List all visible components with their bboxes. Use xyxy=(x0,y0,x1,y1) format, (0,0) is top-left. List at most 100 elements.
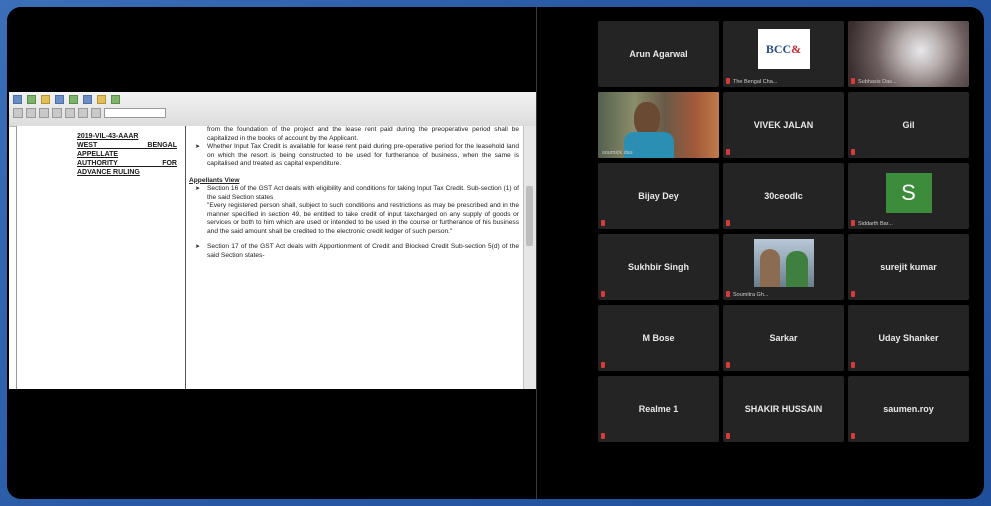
mic-muted-icon xyxy=(601,291,605,297)
toolbar-button[interactable] xyxy=(91,108,101,118)
participant-tile[interactable]: Sarkar xyxy=(723,305,844,371)
logo-text: BCC xyxy=(765,41,792,56)
participant-name: Gil xyxy=(902,120,915,130)
participant-name: Sarkar xyxy=(769,333,798,343)
participant-logo: BCC & xyxy=(757,29,810,69)
participant-tile[interactable]: SHAKIR HUSSAIN xyxy=(723,376,844,442)
toolbar-button[interactable] xyxy=(39,108,49,118)
document-body: from the foundation of the project and t… xyxy=(189,126,519,260)
case-ref-line: 2019-VIL-43-AAAR xyxy=(77,133,139,140)
participant-name: Siddarth Bar... xyxy=(858,221,893,227)
participant-video xyxy=(598,92,719,158)
toolbar-button[interactable] xyxy=(52,108,62,118)
mic-muted-icon xyxy=(726,433,730,439)
section-heading: Appellants View xyxy=(189,176,240,184)
participant-tile[interactable]: Realme 1 xyxy=(598,376,719,442)
participant-tile[interactable]: Uday Shanker xyxy=(848,305,969,371)
case-ref-line: ADVANCE RULING xyxy=(77,169,140,176)
participant-video xyxy=(848,21,969,87)
mic-muted-icon xyxy=(601,220,605,226)
participant-name: VIVEK JALAN xyxy=(753,120,814,130)
toolbar-icon xyxy=(83,95,92,104)
participant-tile-active-speaker[interactable]: soumick das xyxy=(598,92,719,158)
participant-name: Sukhbir Singh xyxy=(627,262,689,272)
toolbar-item[interactable] xyxy=(69,95,78,104)
toolbar-icon xyxy=(41,95,50,104)
participant-tile[interactable]: Arun Agarwal xyxy=(598,21,719,87)
participant-tile[interactable]: 30ceodlc xyxy=(723,163,844,229)
meeting-window: 2019-VIL-43-AAAR WEST BENGAL APPELLATE A… xyxy=(7,7,984,499)
mic-muted-icon xyxy=(851,78,855,84)
participant-tile[interactable]: BCC & The Bengal Cha... xyxy=(723,21,844,87)
participant-name: Uday Shanker xyxy=(878,333,939,343)
participant-name: saumen.roy xyxy=(883,404,934,414)
toolbar-item[interactable] xyxy=(27,95,36,104)
participant-tile[interactable]: VIVEK JALAN xyxy=(723,92,844,158)
participant-tile[interactable]: Gil xyxy=(848,92,969,158)
toolbar-item[interactable] xyxy=(97,95,106,104)
document-scrollbar[interactable] xyxy=(523,126,536,389)
toolbar-item[interactable] xyxy=(55,95,64,104)
mic-muted-icon xyxy=(726,78,730,84)
avatar: S xyxy=(885,173,932,213)
mic-muted-icon xyxy=(726,362,730,368)
participant-tile[interactable]: S Siddarth Bar... xyxy=(848,163,969,229)
participant-name: Soumitra Gh... xyxy=(733,292,769,298)
case-ref-line: WEST BENGAL xyxy=(77,142,177,149)
mic-muted-icon xyxy=(851,433,855,439)
scrollbar-thumb[interactable] xyxy=(526,186,533,246)
toolbar-item[interactable] xyxy=(83,95,92,104)
participant-tile[interactable]: M Bose xyxy=(598,305,719,371)
participant-name: soumick das xyxy=(602,150,633,156)
mic-muted-icon xyxy=(851,291,855,297)
participant-name: The Bengal Cha... xyxy=(733,79,778,85)
participant-photo xyxy=(753,239,814,287)
case-ref-line: AUTHORITY FOR xyxy=(77,160,177,167)
participant-gallery: Arun Agarwal BCC & The Bengal Cha... Subh… xyxy=(537,7,984,499)
toolbar-field[interactable] xyxy=(104,108,166,118)
toolbar-icon xyxy=(69,95,78,104)
mic-muted-icon xyxy=(601,362,605,368)
participant-name: M Bose xyxy=(642,333,675,343)
participant-name: surejit kumar xyxy=(880,262,937,272)
document-toolbar xyxy=(9,92,536,127)
participant-tile[interactable]: Subhasis Das... xyxy=(848,21,969,87)
participant-name: Bijay Dey xyxy=(638,191,679,201)
toolbar-icon xyxy=(97,95,106,104)
quote-paragraph: "Every registered person shall, subject … xyxy=(207,202,519,235)
paragraph: from the foundation of the project and t… xyxy=(207,126,519,142)
mic-muted-icon xyxy=(851,220,855,226)
column-divider xyxy=(185,126,186,389)
mic-muted-icon xyxy=(851,149,855,155)
toolbar-button[interactable] xyxy=(78,108,88,118)
participant-tile[interactable]: Soumitra Gh... xyxy=(723,234,844,300)
case-reference: 2019-VIL-43-AAAR WEST BENGAL APPELLATE A… xyxy=(77,132,177,177)
mic-muted-icon xyxy=(726,220,730,226)
shared-document-window: 2019-VIL-43-AAAR WEST BENGAL APPELLATE A… xyxy=(9,92,536,389)
bullet-point: Whether Input Tax Credit is available fo… xyxy=(189,143,519,169)
participant-tile[interactable]: Sukhbir Singh xyxy=(598,234,719,300)
participant-tile[interactable]: Bijay Dey xyxy=(598,163,719,229)
participant-tile[interactable]: saumen.roy xyxy=(848,376,969,442)
participant-name: SHAKIR HUSSAIN xyxy=(744,404,823,414)
bullet-point: Section 17 of the GST Act deals with App… xyxy=(189,243,519,260)
mic-muted-icon xyxy=(601,433,605,439)
toolbar-item[interactable] xyxy=(111,95,120,104)
toolbar-item[interactable] xyxy=(41,95,50,104)
logo-ampersand: & xyxy=(791,41,802,56)
participant-name: 30ceodlc xyxy=(764,191,803,201)
screen-share-area: 2019-VIL-43-AAAR WEST BENGAL APPELLATE A… xyxy=(7,7,536,499)
toolbar-button[interactable] xyxy=(13,108,23,118)
participant-tile[interactable]: surejit kumar xyxy=(848,234,969,300)
toolbar-icon xyxy=(111,95,120,104)
mic-muted-icon xyxy=(726,149,730,155)
bullet-point: Section 16 of the GST Act deals with eli… xyxy=(189,185,519,202)
toolbar-button[interactable] xyxy=(65,108,75,118)
participant-name: Arun Agarwal xyxy=(629,49,688,59)
participant-name: Subhasis Das... xyxy=(858,79,897,85)
mic-muted-icon xyxy=(726,291,730,297)
toolbar-button[interactable] xyxy=(26,108,36,118)
mic-muted-icon xyxy=(851,362,855,368)
toolbar-icon xyxy=(55,95,64,104)
toolbar-item[interactable] xyxy=(13,95,22,104)
